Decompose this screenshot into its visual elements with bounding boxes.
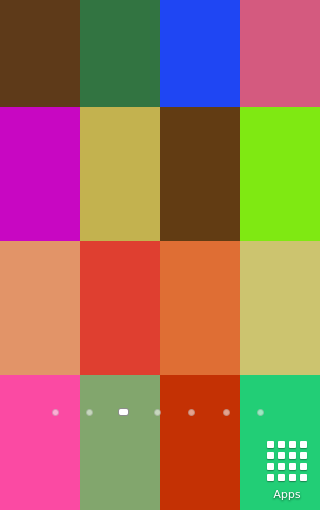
page-dot[interactable] xyxy=(188,409,195,416)
wallpaper-tile xyxy=(240,241,320,375)
wallpaper-tile xyxy=(160,241,240,375)
wallpaper-tile xyxy=(80,241,160,375)
wallpaper-grid xyxy=(0,0,320,510)
wallpaper-tile xyxy=(240,107,320,241)
wallpaper-tile xyxy=(160,0,240,107)
wallpaper-tile xyxy=(0,241,80,375)
wallpaper-tile xyxy=(80,0,160,107)
wallpaper-tile xyxy=(80,375,160,510)
wallpaper-tile xyxy=(160,107,240,241)
wallpaper-tile xyxy=(240,0,320,107)
page-dot[interactable] xyxy=(52,409,59,416)
page-dot[interactable] xyxy=(86,409,93,416)
page-dot[interactable] xyxy=(154,409,161,416)
wallpaper-tile xyxy=(80,107,160,241)
page-indicator xyxy=(0,407,320,419)
wallpaper-tile xyxy=(160,375,240,510)
page-dot[interactable] xyxy=(257,409,264,416)
wallpaper-tile xyxy=(0,107,80,241)
apps-label: Apps xyxy=(273,488,301,501)
wallpaper-tile xyxy=(0,375,80,510)
wallpaper-tile xyxy=(0,0,80,107)
app-grid-icon xyxy=(266,440,308,482)
apps-button[interactable]: Apps xyxy=(262,440,312,504)
page-dot[interactable] xyxy=(223,409,230,416)
page-dot-active[interactable] xyxy=(118,408,129,416)
